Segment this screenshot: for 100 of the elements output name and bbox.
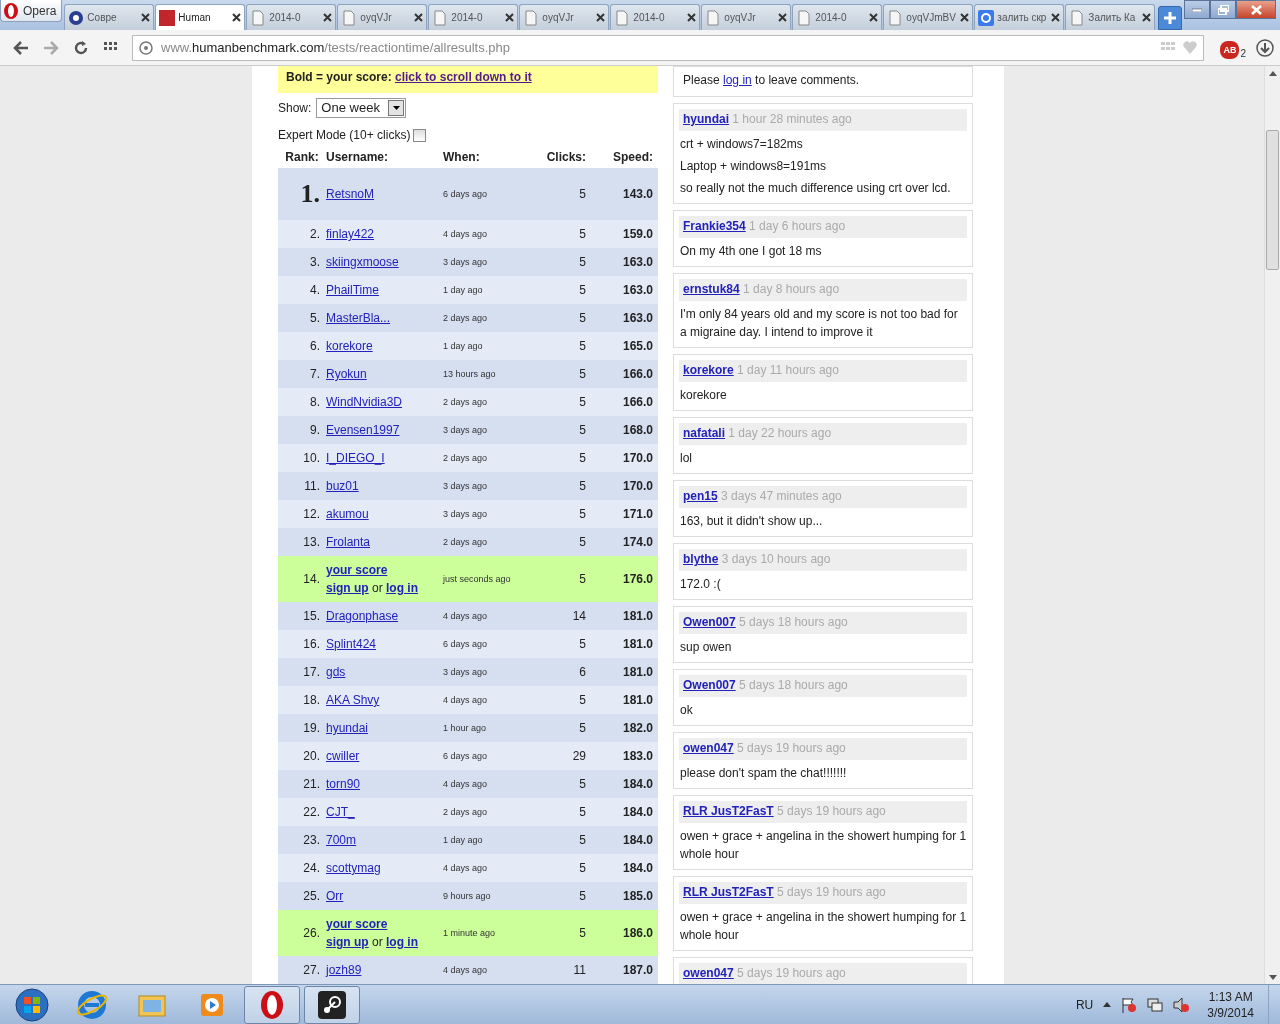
username-link[interactable]: I_DIEGO_I (326, 451, 385, 465)
browser-tab[interactable]: залить скр (974, 4, 1065, 30)
clock[interactable]: 1:13 AM 3/9/2014 (1207, 988, 1254, 1021)
sign-up-link[interactable]: sign up (326, 581, 369, 595)
browser-tab[interactable]: Совре (64, 4, 155, 30)
username-link[interactable]: korekore (326, 339, 373, 353)
speaker-muted-icon[interactable] (1173, 996, 1190, 1013)
log-in-link[interactable]: log in (723, 73, 752, 87)
username-link[interactable]: WindNvidia3D (326, 395, 403, 409)
close-icon[interactable] (596, 13, 606, 22)
comment-author-link[interactable]: hyundai (683, 112, 729, 126)
close-icon[interactable] (323, 13, 333, 22)
browser-tab[interactable]: oyqVJr (701, 4, 792, 30)
back-icon[interactable] (13, 39, 29, 56)
close-icon[interactable] (232, 13, 242, 22)
minimize-button[interactable] (1184, 0, 1210, 19)
close-icon[interactable] (869, 13, 879, 22)
site-info-icon[interactable] (139, 40, 153, 55)
download-icon[interactable] (1256, 38, 1274, 57)
close-icon[interactable] (505, 13, 515, 22)
username-link[interactable]: cwiller (326, 749, 360, 763)
browser-tab[interactable]: oyqVJr (337, 4, 428, 30)
username-link[interactable]: PhailTime (326, 283, 379, 297)
close-icon[interactable] (1142, 13, 1152, 22)
adblock-button[interactable]: AB (1220, 40, 1240, 59)
reload-icon[interactable] (73, 39, 89, 56)
comment-author-link[interactable]: RLR JusT2FasT (683, 804, 774, 818)
username-link[interactable]: buz01 (326, 479, 359, 493)
flag-icon[interactable] (1121, 996, 1138, 1013)
browser-tab[interactable]: Залить Ка (1065, 4, 1156, 30)
username-link[interactable]: akumou (326, 507, 369, 521)
username-link[interactable]: scottymag (326, 861, 381, 875)
show-hidden-icons-icon[interactable] (1103, 1002, 1112, 1007)
browser-tab[interactable]: oyqVJmBV (883, 4, 974, 30)
maximize-button[interactable] (1210, 0, 1236, 19)
comment-author-link[interactable]: nafatali (683, 426, 725, 440)
new-tab-button[interactable] (1158, 6, 1183, 30)
your-score-link[interactable]: your score (326, 563, 388, 577)
scroll-down-icon[interactable] (1268, 974, 1277, 980)
username-link[interactable]: skiingxmoose (326, 255, 399, 269)
username-link[interactable]: 700m (326, 833, 357, 847)
username-link[interactable]: Dragonphase (326, 609, 399, 623)
log-in-link[interactable]: log in (386, 935, 419, 949)
username-link[interactable]: RetsnoM (326, 187, 375, 201)
username-link[interactable]: jozh89 (326, 963, 362, 977)
speed-value: 159.0 (622, 227, 653, 241)
your-score-link[interactable]: your score (326, 917, 388, 931)
browser-tab[interactable]: 2014-0 (792, 4, 883, 30)
log-in-link[interactable]: log in (386, 581, 419, 595)
scroll-thumb[interactable] (1266, 130, 1279, 270)
comment-author-link[interactable]: blythe (683, 552, 719, 566)
username-link[interactable]: Evensen1997 (326, 423, 400, 437)
comment-author-link[interactable]: korekore (683, 363, 734, 377)
username-link[interactable]: hyundai (326, 721, 369, 735)
comment-text: so really not the much difference using crt over lcd. (679, 180, 952, 197)
taskbar-button[interactable] (304, 985, 360, 1024)
close-button[interactable] (1236, 0, 1276, 19)
username-link[interactable]: torn90 (326, 777, 361, 791)
username-link[interactable]: Orr (326, 889, 344, 903)
username-link[interactable]: AKA Shvy (326, 693, 380, 707)
username-link[interactable]: Splint424 (326, 637, 377, 651)
comment-author-link[interactable]: Owen007 (683, 678, 736, 692)
close-icon[interactable] (414, 13, 424, 22)
period-dropdown[interactable]: One week (316, 97, 407, 118)
browser-tab[interactable]: oyqVJr (519, 4, 610, 30)
close-icon[interactable] (960, 13, 970, 22)
language-indicator[interactable]: RU (1075, 997, 1094, 1012)
time-ago: 3 days ago (443, 257, 488, 267)
tab-page-icon (523, 9, 540, 26)
vertical-scrollbar[interactable] (1264, 66, 1280, 984)
browser-tab[interactable]: 2014-0 (428, 4, 519, 30)
browser-tab[interactable]: 2014-0 (610, 4, 701, 30)
comment-author-link[interactable]: RLR JusT2FasT (683, 885, 774, 899)
address-field[interactable]: www.humanbenchmark.com/tests/reactiontime/allresults.php (132, 34, 1205, 61)
close-icon[interactable] (141, 13, 151, 22)
username-link[interactable]: gds (326, 665, 346, 679)
comment-author-link[interactable]: owen047 (683, 966, 734, 980)
username-link[interactable]: MasterBla... (326, 311, 391, 325)
clicks-count: 6 (579, 665, 586, 679)
close-icon[interactable] (687, 13, 697, 22)
comment-author-link[interactable]: Frankie354 (683, 219, 746, 233)
comment-author-link[interactable]: Owen007 (683, 615, 736, 629)
sign-up-link[interactable]: sign up (326, 935, 369, 949)
browser-tab[interactable]: 2014-0 (246, 4, 337, 30)
comment-author-link[interactable]: ernstuk84 (683, 282, 740, 296)
browser-tab[interactable]: Human (155, 4, 246, 30)
username-link[interactable]: Frolanta (326, 535, 371, 549)
username-link[interactable]: CJT_ (326, 805, 355, 819)
username-link[interactable]: finlay422 (326, 227, 375, 241)
speed-value: 187.0 (622, 963, 653, 977)
scroll-link[interactable]: click to scroll down to it (395, 70, 532, 84)
comment-author-link[interactable]: owen047 (683, 741, 734, 755)
network-icon[interactable] (1147, 996, 1164, 1013)
close-icon[interactable] (778, 13, 788, 22)
username-link[interactable]: Ryokun (326, 367, 367, 381)
expert-mode-checkbox[interactable] (413, 128, 427, 142)
scroll-up-icon[interactable] (1268, 70, 1277, 76)
close-icon[interactable] (1051, 13, 1061, 22)
comment-author-link[interactable]: pen15 (683, 489, 718, 503)
opera-menu-button[interactable]: Opera (0, 0, 63, 22)
